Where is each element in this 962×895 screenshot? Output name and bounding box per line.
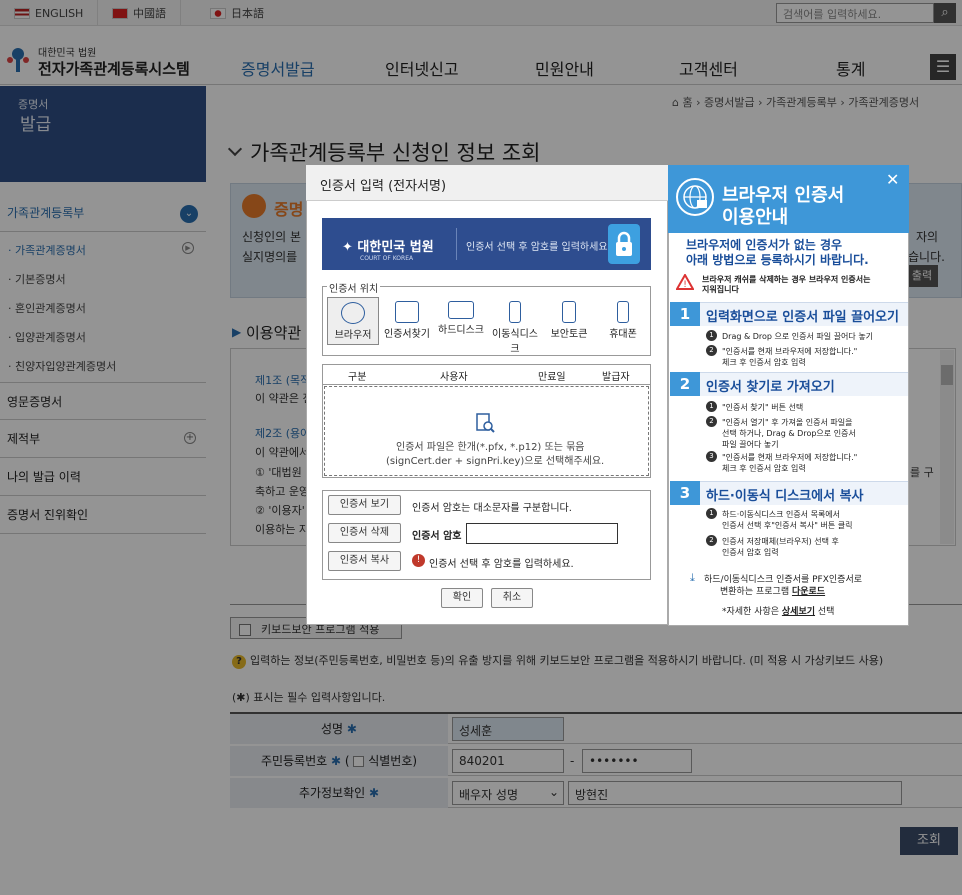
location-label-text: 휴대폰 (609, 329, 637, 340)
location-browser[interactable]: 브라우저 (327, 297, 379, 345)
guide-step: "인증서 찾기" 버튼 선택 (722, 403, 804, 412)
download-icon: ⤓ (690, 571, 695, 584)
banner-message: 인증서 선택 후 암호를 입력하세요. (466, 242, 611, 253)
svg-text:!: ! (683, 280, 687, 290)
monitor-icon (448, 301, 474, 319)
copy-note: 인증서 선택 후 암호를 입력하세요. (429, 559, 574, 570)
step-number: 2 (706, 416, 717, 427)
column-header: 발급자 (602, 372, 630, 383)
password-label: 인증서 암호 (412, 531, 462, 542)
guide-section-number: 3 (670, 481, 700, 505)
lock-icon (608, 224, 640, 264)
detail-text: *자세한 사항은 (722, 607, 782, 617)
step-number: 3 (706, 451, 717, 462)
location-removable-disk[interactable]: 이동식디스크 (489, 297, 541, 355)
download-text: 변환하는 프로그램 (720, 587, 792, 597)
step-number: 1 (706, 401, 717, 412)
cert-password-input[interactable] (466, 523, 618, 544)
delete-cert-button[interactable]: 인증서 삭제 (328, 523, 401, 543)
step-number: 2 (706, 345, 717, 356)
guide-section-number: 1 (670, 302, 700, 326)
guide-subtitle: 아래 방법으로 등록하시기 바랍니다. (686, 253, 869, 267)
banner-logo-text: 대한민국 법원 (357, 240, 434, 255)
dialog-title: 인증서 입력 (전자서명) (320, 179, 447, 194)
token-icon (562, 301, 576, 323)
download-link[interactable]: 다운로드 (792, 587, 825, 597)
drop-message: (signCert.der + signPri.key)으로 선택해주세요. (386, 456, 605, 467)
location-hard-disk[interactable]: 하드디스크 (435, 297, 487, 345)
location-label-text: 보안토큰 (550, 329, 588, 340)
find-cert-icon (395, 301, 419, 323)
close-icon[interactable]: ✕ (886, 170, 899, 189)
detail-text: 선택 (815, 607, 835, 617)
step-number: 1 (706, 330, 717, 341)
guide-step: 하드·이동식디스크 인증서 목록에서 인증서 선택 후"인증서 복사" 버튼 클릭 (722, 510, 853, 530)
guide-warning: 지워집니다 (702, 285, 739, 294)
download-note: 변환하는 프로그램 다운로드 (720, 584, 825, 597)
phone-icon (617, 301, 629, 323)
guide-step: "인증서를 현재 브라우저에 저장합니다." 체크 후 인증서 암호 입력 (722, 347, 858, 367)
case-sensitive-note: 인증서 암호는 대소문자를 구분합니다. (412, 503, 572, 514)
globe-lock-icon (676, 178, 714, 216)
location-label-text: 인증서찾기 (384, 329, 430, 340)
location-label-text: 브라우저 (334, 330, 372, 341)
location-label-text: 이동식디스크 (492, 329, 538, 355)
column-header: 사용자 (440, 372, 468, 383)
copy-cert-button[interactable]: 인증서 복사 (328, 551, 401, 571)
cancel-button[interactable]: 취소 (491, 588, 533, 608)
location-label-text: 하드디스크 (438, 325, 484, 336)
banner-logo: ✦ 대한민국 법원 COURT OF KOREA (342, 236, 434, 262)
guide-step: 인증서 저장매체(브라우저) 선택 후 인증서 암호 입력 (722, 537, 839, 557)
guide-section-number: 2 (670, 372, 700, 396)
cert-file-icon (474, 412, 496, 434)
location-find-cert[interactable]: 인증서찾기 (381, 297, 433, 345)
ok-button[interactable]: 확인 (441, 588, 483, 608)
column-header: 만료일 (538, 372, 566, 383)
table-divider (322, 384, 651, 385)
detail-note: *자세한 사항은 상세보기 선택 (722, 604, 834, 617)
guide-title: 이용안내 (722, 207, 789, 228)
globe-icon (341, 302, 365, 324)
view-cert-button[interactable]: 인증서 보기 (328, 495, 401, 515)
step-number: 1 (706, 508, 717, 519)
guide-section-title: 입력화면으로 인증서 파일 끌어오기 (706, 310, 899, 325)
warning-triangle-icon: ! (675, 272, 695, 290)
location-security-token[interactable]: 보안토큰 (543, 297, 595, 345)
guide-step: "인증서 열기" 후 가져올 인증서 파일을 선택 하거나, Drag & Dro… (722, 418, 856, 449)
guide-section-title: 하드·이동식 디스크에서 복사 (706, 489, 864, 504)
banner-divider (456, 228, 457, 260)
guide-step: Drag & Drop 으로 인증서 파일 끌어다 놓기 (722, 332, 874, 341)
guide-section-title: 인증서 찾기로 가져오기 (706, 380, 835, 395)
court-logo-icon: ✦ (342, 240, 358, 255)
step-number: 2 (706, 535, 717, 546)
banner-logo-subtext: COURT OF KOREA (360, 255, 414, 262)
location-label: 인증서 위치 (327, 280, 381, 295)
guide-step: "인증서를 현재 브라우저에 저장합니다." 체크 후 인증서 암호 입력 (722, 453, 858, 473)
detail-link[interactable]: 상세보기 (782, 607, 815, 617)
column-header: 구분 (348, 372, 367, 383)
warning-icon: ! (412, 554, 425, 567)
location-phone[interactable]: 휴대폰 (597, 297, 649, 345)
usb-icon (509, 301, 521, 323)
drop-message: 인증서 파일은 한개(*.pfx, *.p12) 또는 묶음 (396, 442, 585, 453)
